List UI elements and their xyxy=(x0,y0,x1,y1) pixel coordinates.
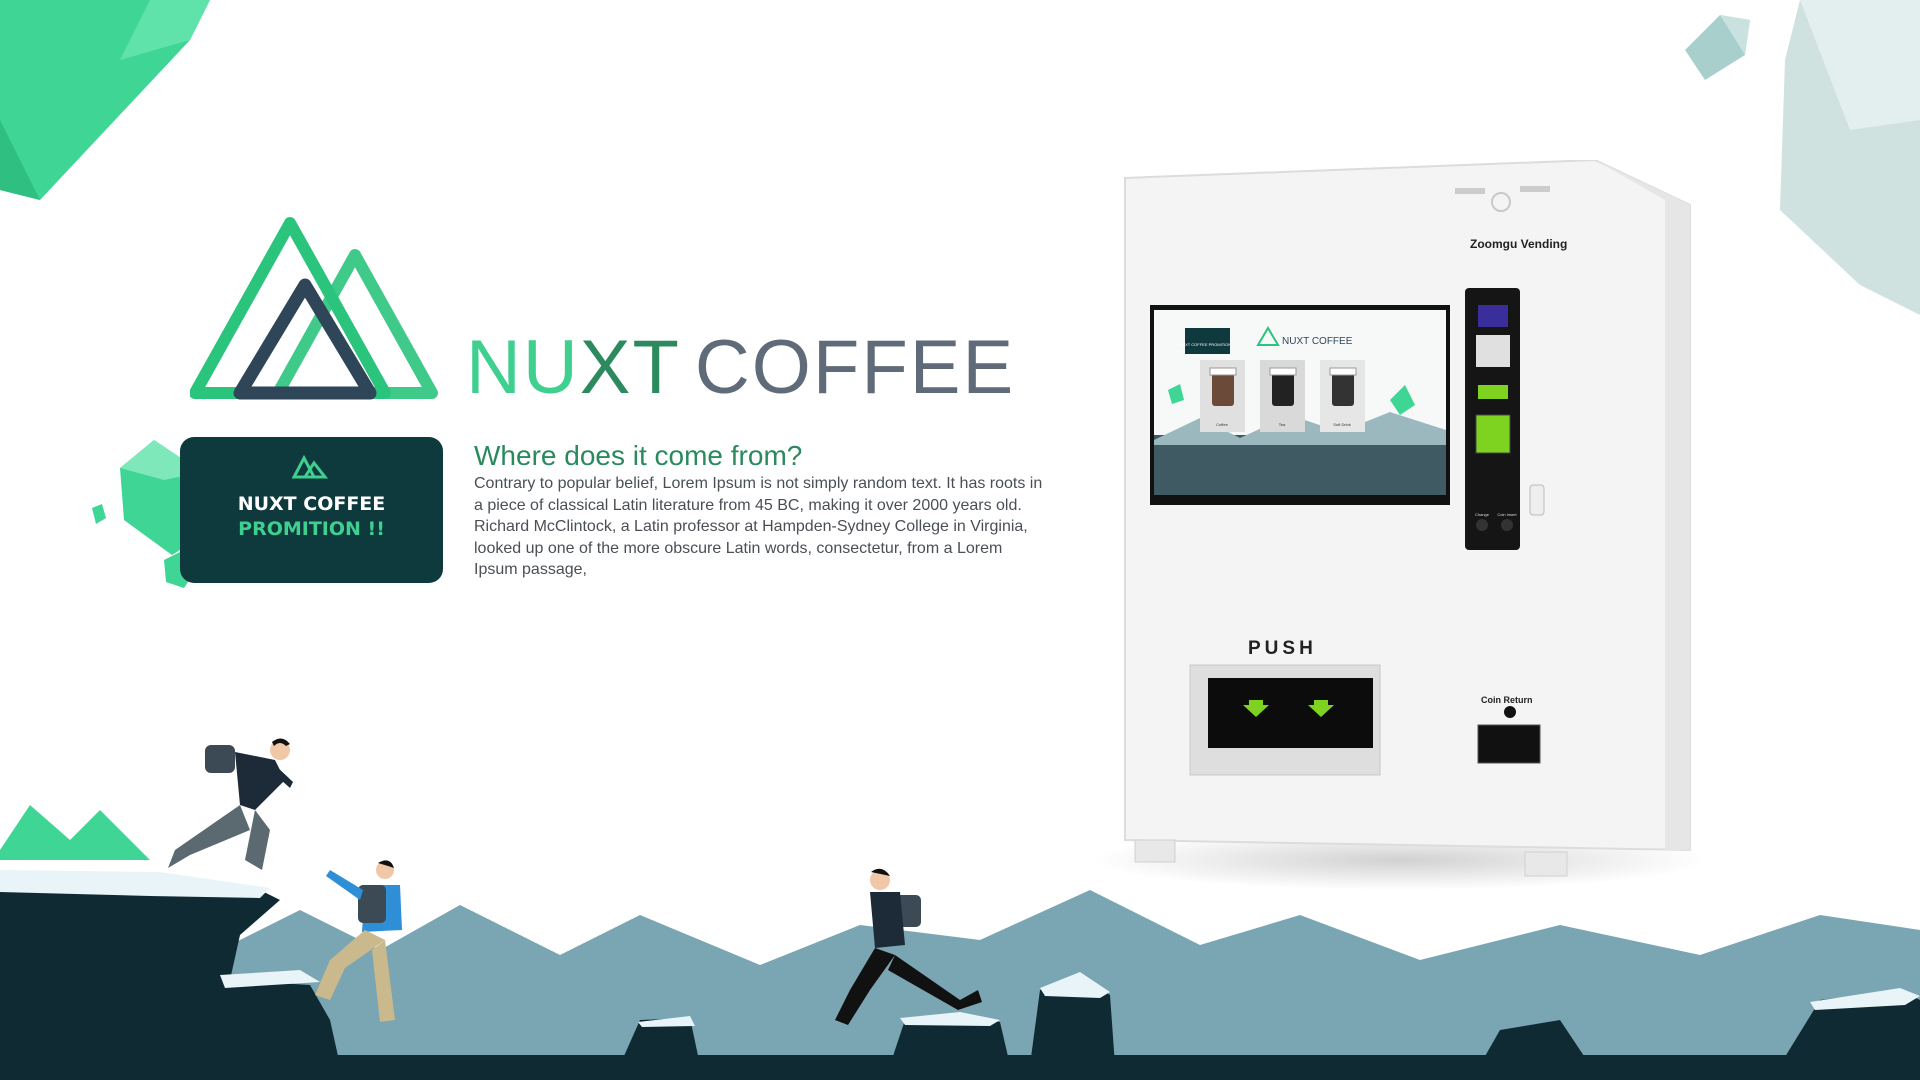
svg-text:Soft Drink: Soft Drink xyxy=(1333,422,1351,427)
promo-badge[interactable]: NUXT COFFEE PROMITION !! xyxy=(180,437,443,583)
screen-product-coffee[interactable]: Coffee xyxy=(1200,360,1245,432)
machine-brand-label: Zoomgu Vending xyxy=(1470,237,1567,251)
brand-title: NUXT COFFEE xyxy=(466,330,1015,406)
brand-title-nu: NU xyxy=(466,325,580,410)
nuxt-logo-icon xyxy=(190,217,438,400)
coin-insert-button[interactable] xyxy=(1501,519,1513,531)
coin-return-label: Coin Return xyxy=(1481,695,1533,705)
description-body: Contrary to popular belief, Lorem Ipsum … xyxy=(474,475,1043,578)
crystal-top-left-icon xyxy=(0,0,210,200)
brand-title-coffee: COFFEE xyxy=(694,325,1016,410)
crystal-top-right-small-icon xyxy=(1685,15,1750,80)
screen-promo-text: NUXT COFFEE PROMITION !! xyxy=(1179,342,1234,347)
hiker-standing-icon xyxy=(168,738,293,870)
landscape-illustration xyxy=(0,738,1920,1080)
keypad[interactable] xyxy=(1476,335,1510,367)
screen-product-tea[interactable]: Tea xyxy=(1260,360,1305,432)
svg-text:Coffee: Coffee xyxy=(1216,422,1228,427)
screen-title: NUXT COFFEE xyxy=(1282,336,1353,347)
speaker-grill-left xyxy=(1455,188,1485,194)
card-reader[interactable] xyxy=(1475,414,1511,454)
brand-title-xt: XT xyxy=(579,325,681,410)
panel-display xyxy=(1478,305,1508,327)
description-heading: Where does it come from? xyxy=(474,440,803,471)
change-label: Change xyxy=(1475,512,1490,517)
door-lock-icon[interactable] xyxy=(1529,484,1545,516)
screen-product-soft-drink[interactable]: Soft Drink xyxy=(1320,360,1365,432)
bill-acceptor[interactable] xyxy=(1478,385,1508,399)
push-label: PUSH xyxy=(1248,638,1317,659)
nuxt-small-logo-icon xyxy=(292,455,328,479)
coin-insert-label: Coin Insert xyxy=(1497,512,1517,517)
change-button[interactable] xyxy=(1476,519,1488,531)
speaker-grill-right xyxy=(1520,186,1550,192)
promo-subtitle: PROMITION !! xyxy=(238,518,385,540)
svg-text:Tea: Tea xyxy=(1279,422,1286,427)
screen-promo-badge xyxy=(1185,328,1230,354)
crystal-top-right-large-icon xyxy=(1780,0,1920,315)
coin-return-button[interactable] xyxy=(1504,706,1516,718)
promo-title: NUXT COFFEE xyxy=(237,493,386,515)
green-peaks xyxy=(0,805,150,860)
